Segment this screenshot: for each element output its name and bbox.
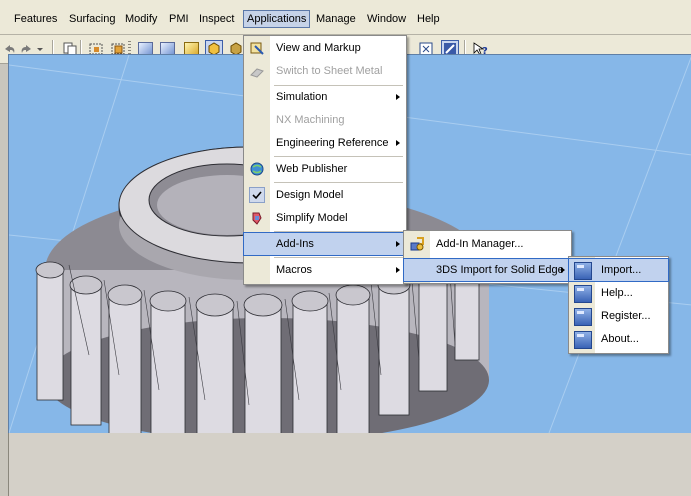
menu-item-register[interactable]: Register... <box>569 305 668 327</box>
menu-manage[interactable]: Manage <box>313 11 359 27</box>
menu-features[interactable]: Features <box>11 11 60 27</box>
menu-item-3ds-import[interactable]: 3DS Import for Solid Edge <box>403 258 572 282</box>
menu-item-engineering-reference[interactable]: Engineering Reference <box>244 132 406 154</box>
sheet-metal-icon <box>249 63 265 79</box>
menu-item-web-publisher[interactable]: Web Publisher <box>244 158 406 180</box>
menu-applications[interactable]: Applications <box>243 10 311 28</box>
menu-item-add-in-manager[interactable]: Add-In Manager... <box>404 233 571 255</box>
menu-separator <box>274 257 403 258</box>
checkmark-icon <box>249 187 265 203</box>
menu-separator <box>274 156 403 157</box>
calculator-icon <box>574 285 592 303</box>
menu-item-simplify-model[interactable]: Simplify Model <box>244 207 406 229</box>
menu-item-view-and-markup[interactable]: View and Markup <box>244 37 406 59</box>
calculator-icon <box>574 262 592 280</box>
menu-help[interactable]: Help <box>414 11 443 27</box>
web-publisher-icon <box>249 161 265 177</box>
menu-item-about[interactable]: About... <box>569 328 668 350</box>
applications-menu: View and Markup Switch to Sheet Metal Si… <box>243 35 407 285</box>
menu-separator <box>274 231 403 232</box>
menu-item-add-ins[interactable]: Add-Ins <box>243 232 407 256</box>
menu-inspect[interactable]: Inspect <box>196 11 237 27</box>
menu-item-macros[interactable]: Macros <box>244 259 406 281</box>
menu-modify[interactable]: Modify <box>122 11 160 27</box>
submenu-arrow-icon <box>561 267 565 273</box>
menu-item-design-model[interactable]: Design Model <box>244 184 406 206</box>
simplify-model-icon <box>249 210 265 226</box>
calculator-icon <box>574 308 592 326</box>
menu-surfacing[interactable]: Surfacing <box>66 11 118 27</box>
submenu-arrow-icon <box>396 140 400 146</box>
add-in-manager-icon <box>409 236 425 252</box>
menu-window[interactable]: Window <box>364 11 409 27</box>
menu-item-simulation[interactable]: Simulation <box>244 86 406 108</box>
menu-bar: Features Surfacing Modify PMI Inspect Ap… <box>0 0 691 35</box>
submenu-arrow-icon <box>396 241 400 247</box>
submenu-arrow-icon <box>396 94 400 100</box>
view-markup-icon <box>249 40 265 56</box>
menu-item-import[interactable]: Import... <box>568 258 669 282</box>
menu-item-help[interactable]: Help... <box>569 282 668 304</box>
submenu-arrow-icon <box>396 267 400 273</box>
menu-item-nx-machining[interactable]: NX Machining <box>244 109 406 131</box>
add-ins-submenu: Add-In Manager... 3DS Import for Solid E… <box>403 230 572 284</box>
menu-separator <box>274 182 403 183</box>
calculator-icon <box>574 331 592 349</box>
menu-pmi[interactable]: PMI <box>166 11 192 27</box>
3ds-import-submenu: Import... Help... Register... About... <box>568 256 669 354</box>
menu-item-switch-to-sheet-metal[interactable]: Switch to Sheet Metal <box>244 60 406 82</box>
